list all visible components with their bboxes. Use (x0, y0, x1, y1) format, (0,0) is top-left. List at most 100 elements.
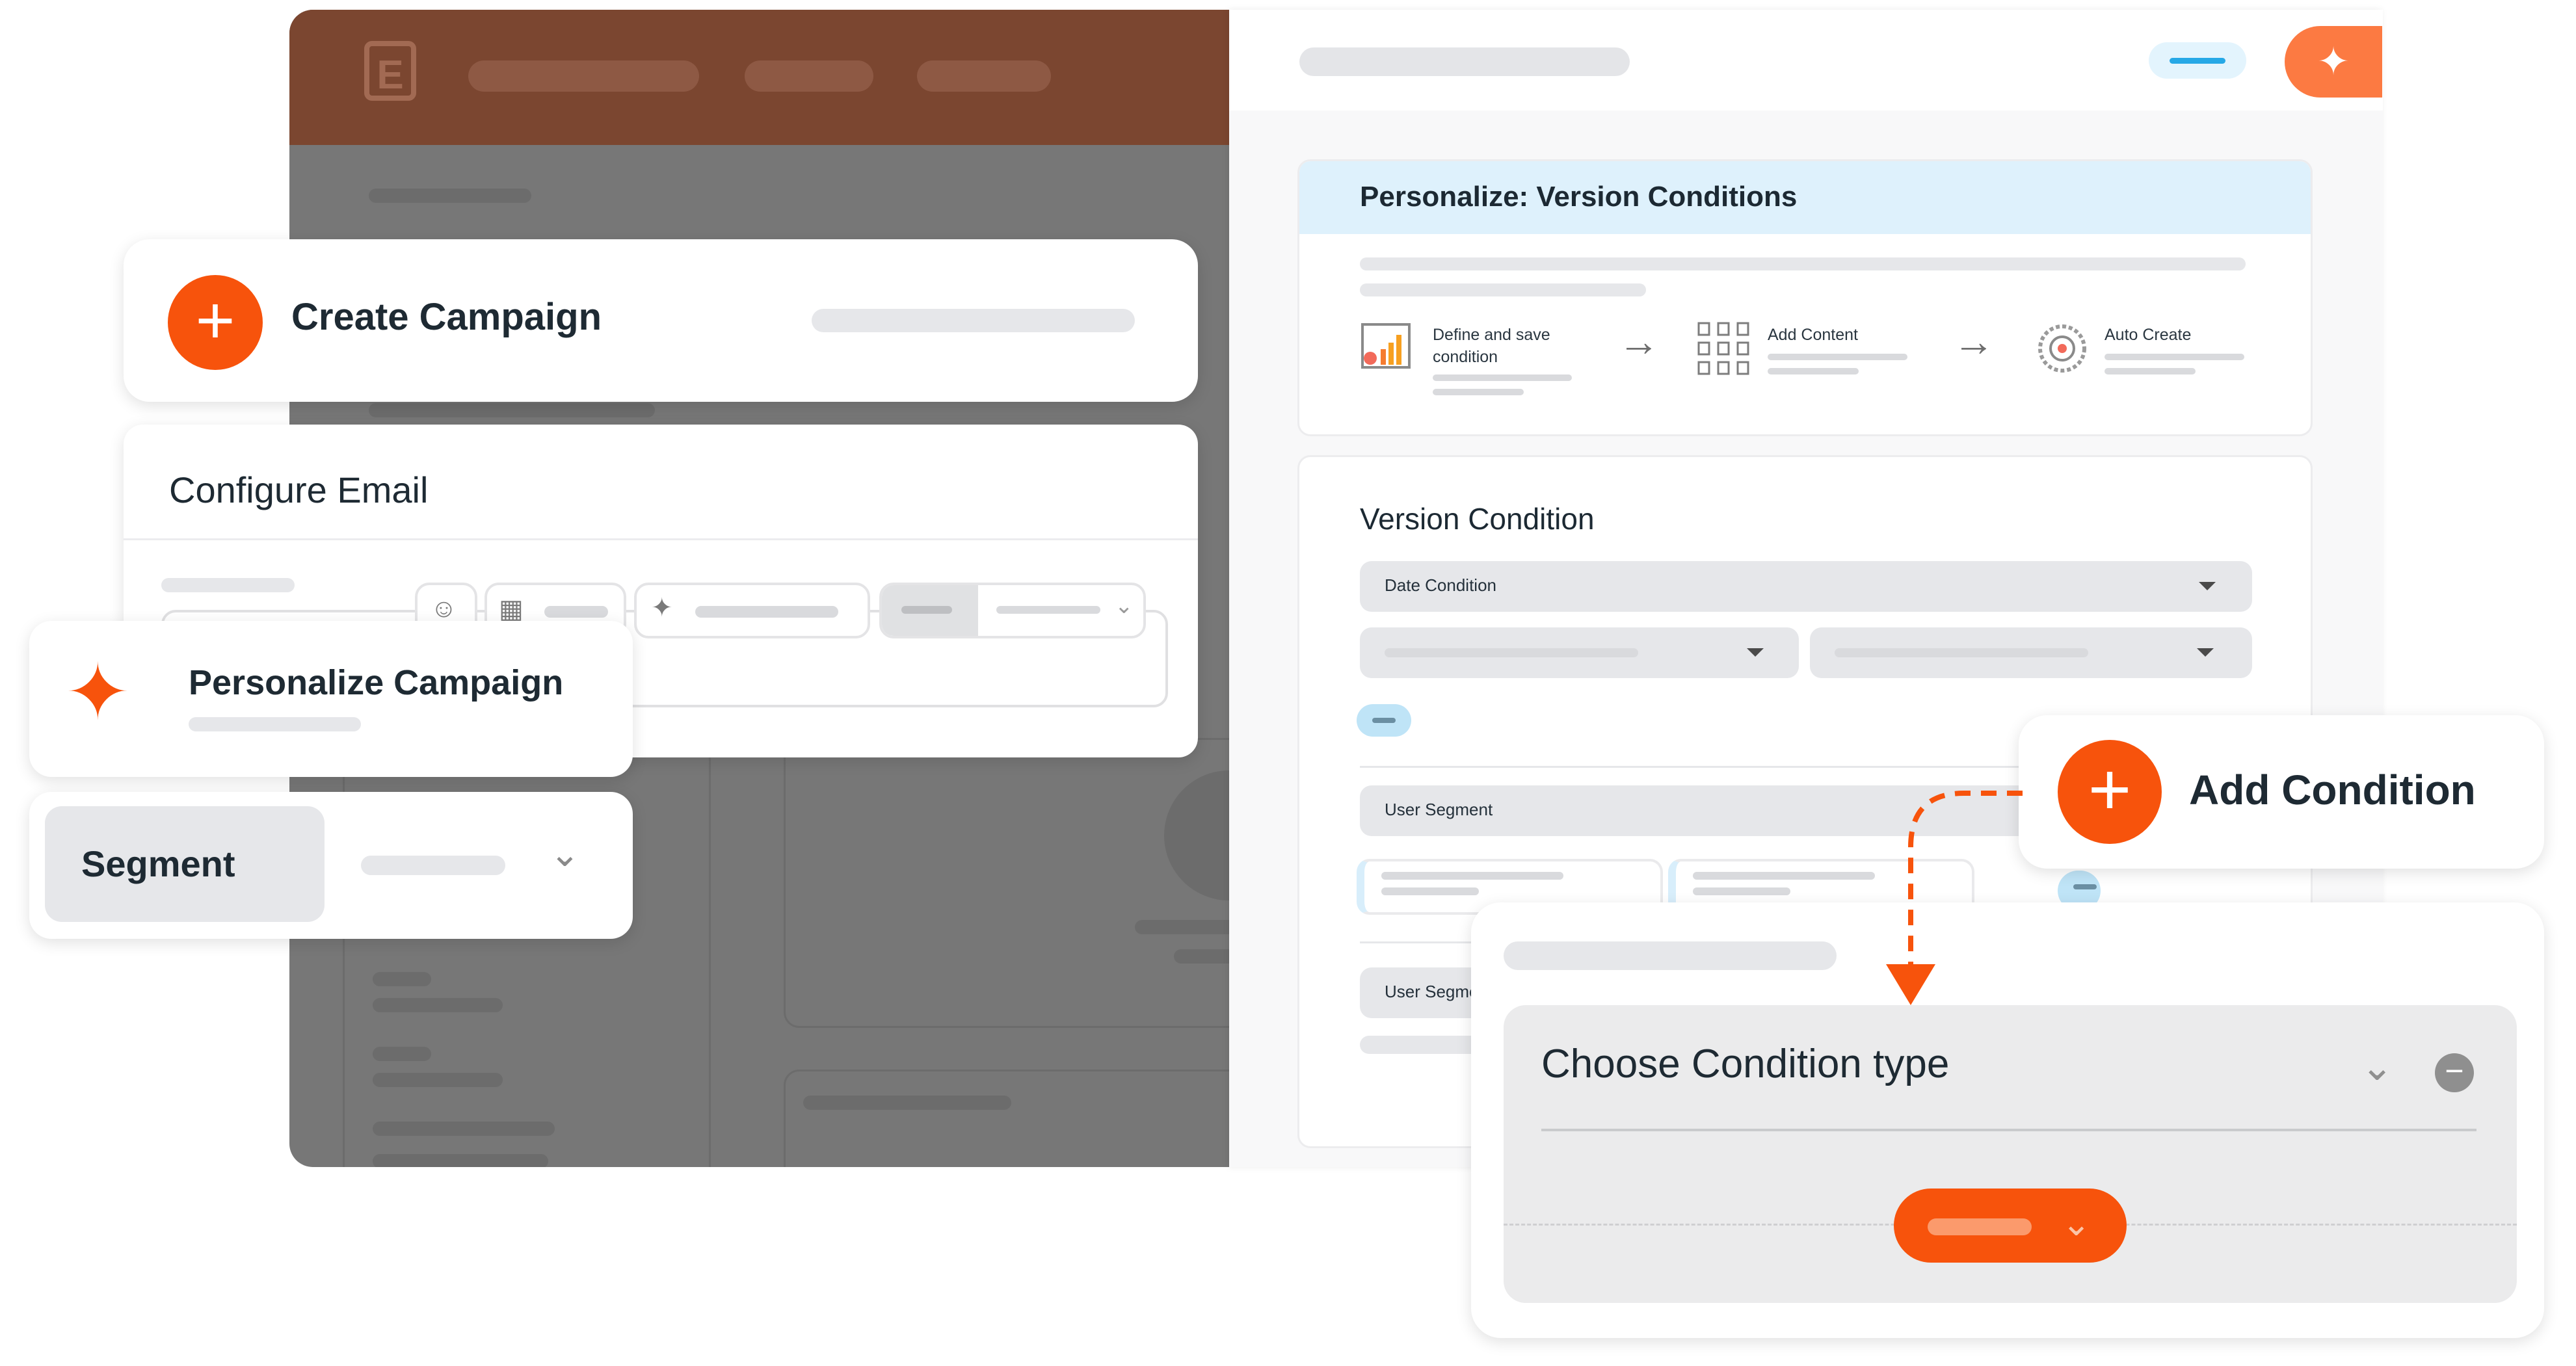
placeholder-line (369, 403, 655, 417)
create-campaign-label: Create Campaign (291, 296, 602, 338)
condition-type-panel: Choose Condition type ⌄ − ⌄ (1504, 1005, 2517, 1303)
caret-down-icon (1747, 648, 1764, 657)
placeholder-line (2105, 368, 2196, 374)
placeholder-line (1360, 257, 2246, 270)
placeholder-line (373, 1154, 548, 1167)
placeholder-line (373, 998, 503, 1012)
placeholder-line (373, 1073, 503, 1087)
placeholder-line (189, 717, 361, 731)
chevron-down-icon[interactable]: ⌄ (2361, 1044, 2393, 1090)
placeholder-line (1135, 920, 1232, 934)
remove-button[interactable] (1357, 704, 1411, 737)
personalize-campaign-card[interactable]: ✦ Personalize Campaign (29, 621, 633, 777)
arrow-right-icon: → (1618, 318, 1660, 365)
caret-down-icon (2197, 648, 2214, 657)
ai-button[interactable]: ✦ (634, 583, 870, 638)
dropdown[interactable] (1360, 627, 1799, 678)
condition-operator-dropdown[interactable]: ⌄ (1894, 1189, 2127, 1263)
app-logo: E (364, 41, 416, 101)
caret-down-icon (2199, 582, 2216, 590)
dropdown[interactable] (1810, 627, 2252, 678)
configure-email-title: Configure Email (169, 469, 429, 510)
connector-arrow-icon (1886, 791, 2023, 1005)
placeholder-line (1360, 1036, 1490, 1054)
title-placeholder (1299, 47, 1630, 76)
add-condition-card[interactable]: + Add Condition (2019, 715, 2544, 869)
create-campaign-card[interactable]: + Create Campaign (124, 239, 1198, 402)
placeholder-line (1835, 648, 2088, 657)
dropdown-label: Date Condition (1385, 575, 1496, 595)
placeholder-line (1381, 887, 1479, 895)
placeholder-line (1768, 368, 1859, 374)
chevron-down-icon: ⌄ (2062, 1204, 2091, 1243)
placeholder-line (373, 972, 431, 986)
card-title: Personalize: Version Conditions (1360, 181, 1798, 213)
section-title: Version Condition (1360, 502, 1595, 536)
choose-condition-type-label: Choose Condition type (1541, 1042, 1950, 1086)
card-title-bar: Personalize: Version Conditions (1299, 161, 2311, 234)
segment-label: Segment (81, 843, 235, 884)
chevron-down-icon: ⌄ (1115, 594, 1134, 618)
status-pill[interactable] (2149, 42, 2246, 79)
placeholder-line (373, 1047, 431, 1061)
plus-icon: + (168, 275, 263, 370)
font-select[interactable]: ⌄ (879, 583, 1146, 638)
placeholder-line (161, 578, 295, 592)
placeholder-line (373, 1122, 555, 1136)
underline (1541, 1129, 2476, 1131)
placeholder-line (1381, 872, 1563, 880)
nav-placeholder (745, 60, 873, 92)
placeholder-line (1433, 374, 1572, 381)
placeholder-line (544, 606, 608, 618)
placeholder-line (803, 1096, 1011, 1110)
placeholder-line (1928, 1218, 2032, 1235)
personalize-campaign-label: Personalize Campaign (189, 663, 564, 702)
personalize-version-conditions-card: Personalize: Version Conditions Define a… (1297, 159, 2313, 436)
placeholder-line (361, 856, 505, 875)
add-condition-label: Add Condition (2189, 767, 2476, 813)
placeholder-line (901, 606, 952, 614)
qr-icon: ▦ (499, 595, 524, 624)
plus-icon: + (2058, 740, 2162, 844)
magic-wand-icon: ✦ (2317, 40, 2350, 83)
select-label-bg (882, 585, 978, 636)
step-label: Define and save condition (1433, 326, 1550, 366)
placeholder-line (1768, 354, 1907, 360)
remove-icon[interactable]: − (2435, 1053, 2474, 1092)
app-header: E (289, 10, 1232, 145)
dropdown-label: User Segment (1385, 800, 1493, 819)
dial-icon (2034, 321, 2090, 376)
sparkle-icon: ✦ (65, 649, 131, 736)
title-placeholder (1504, 941, 1837, 970)
arrow-right-icon: → (1953, 318, 1995, 365)
placeholder-line (695, 606, 838, 618)
divider (124, 538, 1198, 540)
placeholder-line (1360, 283, 1646, 296)
step-label: Add Content (1768, 326, 1858, 344)
placeholder-line (1433, 389, 1524, 395)
right-panel-topbar: ✦ (1229, 10, 2383, 111)
placeholder-line (1174, 949, 1232, 964)
placeholder-line (2105, 354, 2244, 360)
step-label: Auto Create (2105, 326, 2192, 344)
nav-placeholder (917, 60, 1051, 92)
chart-icon (1360, 321, 1412, 373)
segment-box: Segment (45, 806, 325, 922)
chevron-down-icon[interactable]: ⌄ (550, 832, 580, 875)
placeholder-line (369, 189, 531, 203)
date-condition-dropdown[interactable]: Date Condition (1360, 561, 2252, 612)
placeholder-line (1693, 887, 1790, 895)
dropdown-label: User Segme (1385, 982, 1479, 1001)
emoji-icon: ☺ (431, 594, 457, 623)
placeholder-line (1693, 872, 1875, 880)
bg-panel (784, 738, 1232, 1028)
bg-panel (784, 1070, 1232, 1167)
placeholder-line (996, 606, 1100, 614)
nav-placeholder (468, 60, 699, 92)
segment-card[interactable]: Segment ⌄ (29, 792, 633, 939)
sparkle-icon: ✦ (651, 594, 673, 622)
placeholder-line (812, 309, 1135, 332)
placeholder-line (1385, 648, 1638, 657)
grid-icon (1696, 321, 1752, 376)
magic-wand-button[interactable]: ✦ (2285, 26, 2382, 98)
